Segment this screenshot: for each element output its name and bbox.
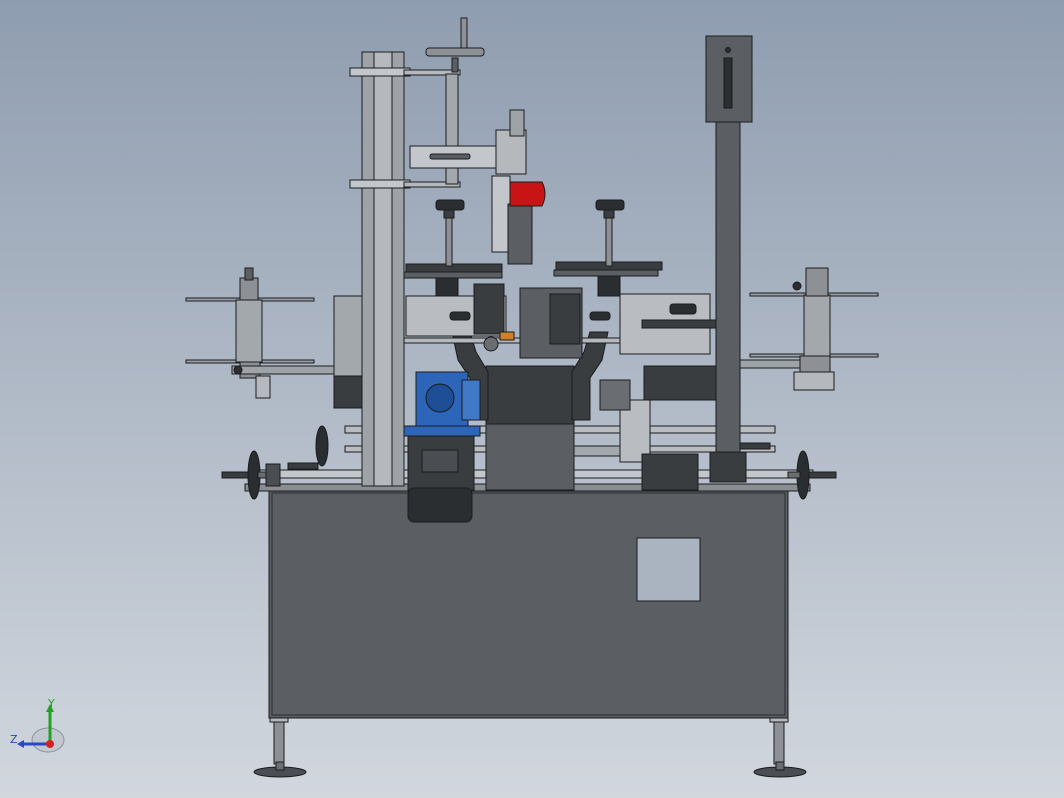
handwheel-right-upper[interactable] — [739, 442, 771, 450]
control-post — [715, 119, 741, 461]
side-panel-left — [333, 295, 365, 377]
brush-hub-left — [483, 336, 499, 352]
leveling-foot-right — [753, 715, 807, 778]
column-clamp-top — [349, 67, 411, 77]
main-column-face — [373, 51, 393, 487]
platform-left — [401, 263, 507, 337]
adjust-rod-left — [435, 199, 465, 267]
leveling-foot-left — [253, 715, 307, 778]
labeling-machine-model[interactable] — [0, 0, 1064, 798]
handwheel-left-upper[interactable] — [287, 425, 329, 470]
drive-motor — [407, 435, 475, 523]
gear-reducer-blue — [403, 371, 481, 437]
inspection-window — [636, 537, 701, 602]
top-handwheel[interactable] — [425, 17, 485, 73]
handwheel-right[interactable] — [787, 450, 837, 500]
label-station-left — [185, 267, 343, 399]
z-axis-arrow-head — [17, 740, 24, 748]
triad-graphic — [17, 704, 65, 753]
label-station-right — [719, 267, 879, 391]
knob-right-lower[interactable] — [589, 311, 611, 321]
machine-cabinet — [268, 489, 789, 719]
central-housing — [485, 365, 575, 427]
knob-left-lower[interactable] — [449, 311, 471, 321]
z-axis-label: Z — [10, 733, 18, 746]
column-clamp-mid — [349, 179, 411, 189]
label-roll-red — [509, 181, 546, 207]
central-panel — [485, 423, 575, 491]
cad-viewport[interactable]: Y Z — [0, 0, 1064, 798]
triad-sphere — [31, 727, 65, 753]
control-box-slot — [723, 57, 733, 109]
coordinate-triad: Y Z — [8, 697, 68, 760]
adjust-rod-right — [595, 199, 625, 267]
drive-coupler — [499, 331, 515, 341]
y-axis-label: Y — [48, 697, 55, 710]
post-base — [709, 451, 747, 483]
control-box-screw — [725, 47, 731, 53]
origin-point — [46, 740, 54, 748]
